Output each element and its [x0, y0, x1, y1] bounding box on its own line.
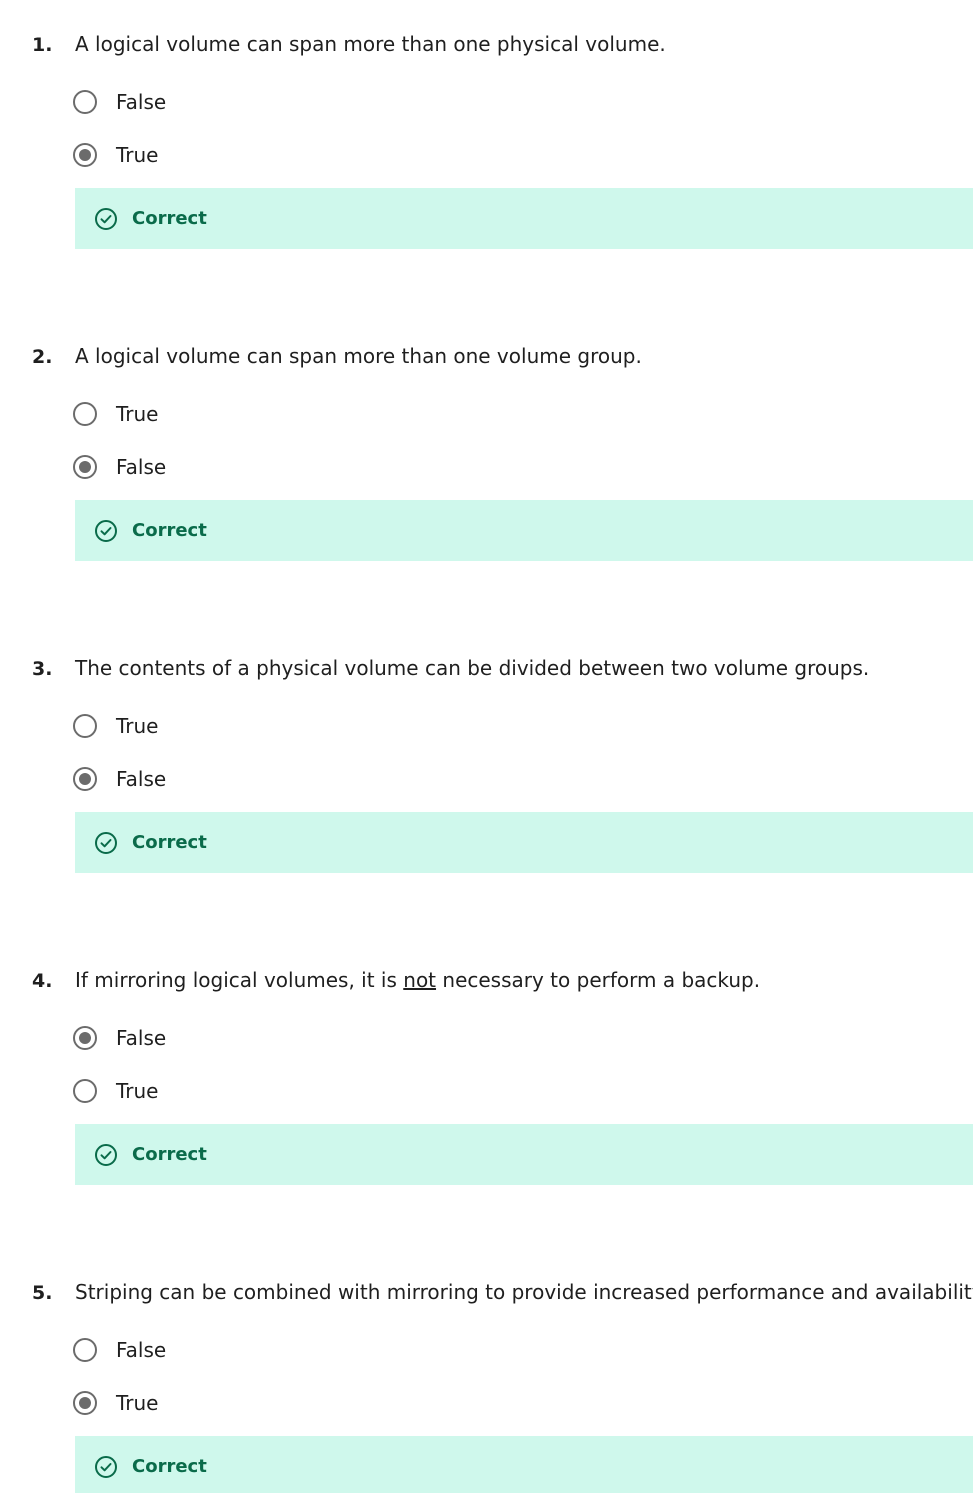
question-text: If mirroring logical volumes, it is not …: [75, 968, 760, 992]
feedback-label: Correct: [132, 520, 207, 541]
option-true[interactable]: True: [73, 1079, 373, 1109]
feedback-correct: Correct: [75, 1124, 973, 1185]
radio-button-selected[interactable]: [73, 1391, 97, 1415]
question-header: 5. Striping can be combined with mirrori…: [0, 1278, 973, 1308]
option-label: False: [116, 455, 167, 479]
option-label: True: [116, 1079, 159, 1103]
option-true[interactable]: True: [73, 402, 373, 432]
option-label: True: [116, 143, 159, 167]
option-label: False: [116, 1338, 167, 1362]
check-circle-icon: [95, 1144, 117, 1166]
radio-button-selected[interactable]: [73, 767, 97, 791]
check-circle-icon: [95, 1456, 117, 1478]
feedback-correct: Correct: [75, 1436, 973, 1493]
question-header: 4. If mirroring logical volumes, it is n…: [0, 966, 973, 996]
question-header: 1. A logical volume can span more than o…: [0, 30, 973, 60]
feedback-correct: Correct: [75, 500, 973, 561]
question-text: A logical volume can span more than one …: [75, 344, 642, 368]
radio-button[interactable]: [73, 90, 97, 114]
option-true[interactable]: True: [73, 1391, 373, 1421]
option-label: False: [116, 767, 167, 791]
feedback-label: Correct: [132, 1456, 207, 1477]
radio-button-selected[interactable]: [73, 143, 97, 167]
radio-button[interactable]: [73, 1338, 97, 1362]
question-number: 1.: [32, 34, 53, 56]
option-false[interactable]: False: [73, 1026, 373, 1056]
question-header: 2. A logical volume can span more than o…: [0, 342, 973, 372]
check-circle-icon: [95, 208, 117, 230]
question-number: 3.: [32, 658, 53, 680]
question-text-before: If mirroring logical volumes, it is: [75, 968, 404, 992]
option-label: False: [116, 1026, 167, 1050]
question-text-after: necessary to perform a backup.: [436, 968, 761, 992]
radio-button[interactable]: [73, 714, 97, 738]
feedback-correct: Correct: [75, 188, 973, 249]
question-number: 4.: [32, 970, 53, 992]
radio-button-selected[interactable]: [73, 455, 97, 479]
radio-button[interactable]: [73, 1079, 97, 1103]
option-label: True: [116, 1391, 159, 1415]
option-label: True: [116, 714, 159, 738]
question-text: Striping can be combined with mirroring …: [75, 1280, 973, 1304]
feedback-label: Correct: [132, 1144, 207, 1165]
option-false[interactable]: False: [73, 767, 373, 797]
option-false[interactable]: False: [73, 90, 373, 120]
radio-button-selected[interactable]: [73, 1026, 97, 1050]
option-true[interactable]: True: [73, 143, 373, 173]
option-false[interactable]: False: [73, 455, 373, 485]
option-label: False: [116, 90, 167, 114]
question-number: 5.: [32, 1282, 53, 1304]
check-circle-icon: [95, 832, 117, 854]
question-text-underlined: not: [403, 968, 437, 992]
check-circle-icon: [95, 520, 117, 542]
option-true[interactable]: True: [73, 714, 373, 744]
option-false[interactable]: False: [73, 1338, 373, 1368]
radio-button[interactable]: [73, 402, 97, 426]
feedback-correct: Correct: [75, 812, 973, 873]
question-header: 3. The contents of a physical volume can…: [0, 654, 973, 684]
question-text: A logical volume can span more than one …: [75, 32, 666, 56]
feedback-label: Correct: [132, 208, 207, 229]
option-label: True: [116, 402, 159, 426]
question-number: 2.: [32, 346, 53, 368]
feedback-label: Correct: [132, 832, 207, 853]
question-text: The contents of a physical volume can be…: [75, 656, 870, 680]
